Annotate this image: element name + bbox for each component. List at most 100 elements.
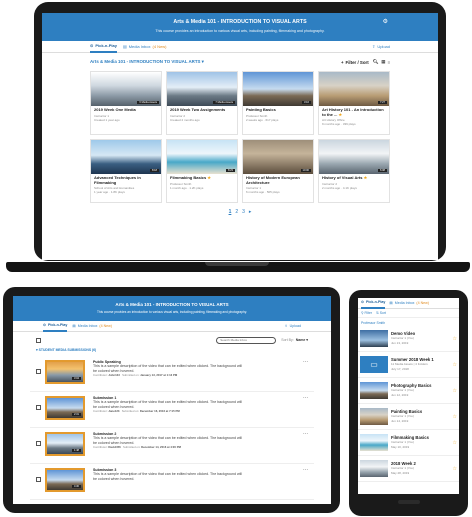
row-checkbox[interactable] bbox=[36, 477, 41, 482]
star-icon[interactable]: ☆ bbox=[453, 336, 457, 342]
star-icon[interactable]: ★ bbox=[207, 175, 211, 180]
phone-media-item[interactable]: Painting Basics Instructor 1 (You) Jun 1… bbox=[358, 404, 459, 430]
tablet-screen: Arts & Media 101 - INTRODUCTION TO VISUA… bbox=[13, 296, 331, 504]
next-page-link[interactable]: ▸ bbox=[249, 209, 252, 215]
media-thumbnail[interactable]: 6:08 bbox=[319, 140, 389, 174]
tab-pick-n-play[interactable]: ⊙ Pick-n-Play bbox=[361, 298, 386, 309]
media-thumbnail[interactable]: 1:48 bbox=[45, 432, 85, 456]
more-icon[interactable]: ··· bbox=[303, 396, 308, 401]
phone-media-item[interactable]: Photography Basics Instructor 1 (You) Ju… bbox=[358, 378, 459, 404]
media-title[interactable]: History of Visual Arts ★ bbox=[322, 175, 386, 181]
tab-pick-n-play[interactable]: ⊙ Pick-n-Play bbox=[43, 321, 68, 332]
more-icon[interactable]: ··· bbox=[303, 468, 308, 473]
phone-media-item[interactable]: 2018 Week 2 Instructor 1 (You) May 28, 2… bbox=[358, 456, 459, 482]
upload-button[interactable]: ⇪ Upload bbox=[285, 324, 301, 328]
media-thumbnail[interactable] bbox=[360, 434, 388, 451]
media-card[interactable]: 10:00 History of Modern European Archite… bbox=[242, 139, 314, 203]
media-thumbnail[interactable] bbox=[360, 460, 388, 477]
tab-media-inbox[interactable]: ▤ Media Inbox (4 New) bbox=[123, 44, 167, 49]
row-checkbox[interactable] bbox=[36, 405, 41, 410]
media-thumbnail[interactable]: 7:27 bbox=[319, 72, 389, 106]
sort-select[interactable]: Name ▾ bbox=[296, 338, 308, 342]
submission-row[interactable]: 4:30 Submission 3 This is a sample descr… bbox=[30, 464, 314, 500]
star-icon[interactable]: ☆ bbox=[453, 414, 457, 420]
media-title[interactable]: Filmmaking Basics ★ bbox=[170, 175, 234, 181]
submission-row[interactable]: 2:31 Submission 1 This is a sample descr… bbox=[30, 392, 314, 428]
media-card[interactable]: 3:16 Painting Basics Professor Smith 2 w… bbox=[242, 71, 314, 135]
media-card[interactable]: 6:08 History of Visual Arts ★ Instructor… bbox=[318, 139, 390, 203]
filter-icon: + bbox=[340, 59, 344, 65]
channel-selector[interactable]: Arts & Media 101 - INTRODUCTION TO VISUA… bbox=[90, 59, 204, 65]
star-icon[interactable]: ★ bbox=[338, 112, 342, 117]
media-thumbnail[interactable]: 6 Media Assets bbox=[91, 72, 161, 106]
page-link[interactable]: 1 bbox=[229, 209, 232, 215]
tab-media-inbox[interactable]: ▤ Media Inbox (4 New) bbox=[72, 324, 112, 328]
media-title[interactable]: Painting Basics bbox=[246, 107, 310, 113]
star-icon[interactable]: ☆ bbox=[453, 466, 457, 472]
page-link[interactable]: 2 bbox=[235, 209, 238, 215]
star-icon[interactable]: ☆ bbox=[453, 440, 457, 446]
filter-button[interactable]: ⚲ Filter bbox=[361, 311, 372, 315]
more-icon[interactable]: ··· bbox=[303, 432, 308, 437]
media-thumbnail[interactable] bbox=[360, 382, 388, 399]
phone-media-item[interactable]: Demo Video Instructor 1 (You) Jun 13, 20… bbox=[358, 326, 459, 352]
submission-row[interactable]: 1:48 Submission 2 This is a sample descr… bbox=[30, 428, 314, 464]
media-card[interactable]: 8:23 Filmmaking Basics ★ Professor Smith… bbox=[166, 139, 238, 203]
select-all-checkbox[interactable] bbox=[36, 337, 41, 343]
submission-description[interactable]: This is a sample description of the vide… bbox=[93, 400, 243, 409]
media-card[interactable]: 8:18 Advanced Techniques in Filmmaking S… bbox=[90, 139, 162, 203]
upload-icon: ⇪ bbox=[371, 44, 376, 49]
upload-button[interactable]: ⇪ Upload bbox=[372, 44, 390, 49]
media-card[interactable]: 7 Media Assets 2019 Week Two Assignments… bbox=[166, 71, 238, 135]
star-icon[interactable]: ★ bbox=[364, 175, 368, 180]
media-thumbnail[interactable]: 8:18 bbox=[91, 140, 161, 174]
media-card[interactable]: 7:27 Art History 101 - An Introduction t… bbox=[318, 71, 390, 135]
filter-sort-button[interactable]: + Filter / Sort bbox=[341, 60, 369, 65]
list-view-icon[interactable]: ≡ bbox=[387, 60, 390, 65]
phone-screen: ⊙ Pick-n-Play ▤ Media Inbox (4 New) ⚲ Fi… bbox=[358, 298, 459, 494]
sort-button[interactable]: ⇅ Sort bbox=[376, 311, 386, 315]
submission-row[interactable]: 3:04 Public Speaking This is a sample de… bbox=[30, 356, 314, 392]
phone-media-item[interactable]: Filmmaking Basics Instructor 1 (You) May… bbox=[358, 430, 459, 456]
media-thumbnail[interactable]: 4:30 bbox=[45, 468, 85, 492]
row-checkbox[interactable] bbox=[36, 441, 41, 446]
media-thumbnail[interactable]: 7 Media Assets bbox=[167, 72, 237, 106]
sort-icon: ⇅ bbox=[375, 311, 379, 315]
page-link[interactable]: 3 bbox=[242, 209, 245, 215]
submission-meta: Contributor: David456 Submitted on: Dece… bbox=[93, 445, 181, 450]
star-icon[interactable]: ☆ bbox=[453, 388, 457, 394]
media-title[interactable]: History of Modern European Architecture bbox=[246, 175, 310, 185]
folder-icon[interactable]: ▭ bbox=[360, 356, 388, 373]
media-title[interactable]: Advanced Techniques in Filmmaking bbox=[94, 175, 158, 185]
media-card[interactable]: 6 Media Assets 2019 Week One Media Instr… bbox=[90, 71, 162, 135]
search-input[interactable] bbox=[216, 336, 277, 344]
phone-media-item[interactable]: ▭ Summer 2018 Week 1 11 Media Assets | 4… bbox=[358, 352, 459, 378]
gear-icon[interactable]: ⚙ bbox=[383, 18, 388, 25]
media-thumbnail[interactable]: 3:04 bbox=[45, 360, 85, 384]
media-title[interactable]: 2019 Week One Media bbox=[94, 107, 158, 113]
media-thumbnail[interactable] bbox=[360, 408, 388, 425]
media-title[interactable]: 2019 Week Two Assignments bbox=[170, 107, 234, 113]
tab-pick-n-play[interactable]: ⊙ Pick-n-Play bbox=[90, 41, 117, 53]
duration-badge: 3:04 bbox=[71, 377, 81, 380]
star-icon[interactable]: ☆ bbox=[453, 362, 457, 368]
media-thumbnail[interactable] bbox=[360, 330, 388, 347]
grid-view-icon[interactable]: ▦ bbox=[381, 59, 385, 65]
tab-media-inbox[interactable]: ▤ Media Inbox (4 New) bbox=[389, 301, 429, 305]
section-heading[interactable]: ▾ STUDENT MEDIA SUBMISSIONS (6) bbox=[13, 348, 331, 356]
row-checkbox[interactable] bbox=[36, 369, 41, 374]
media-thumbnail[interactable]: 2:31 bbox=[45, 396, 85, 420]
media-thumbnail[interactable]: 10:00 bbox=[243, 140, 313, 174]
duration-badge: 4:30 bbox=[71, 485, 81, 488]
media-thumbnail[interactable]: 8:23 bbox=[167, 140, 237, 174]
media-title[interactable]: Art History 101 - An Introduction to the… bbox=[322, 107, 386, 117]
search-icon[interactable]: 🔍︎ bbox=[373, 59, 379, 65]
submission-description[interactable]: This is a sample description of the vide… bbox=[93, 436, 243, 445]
course-description: This course provides an introduction to … bbox=[96, 310, 247, 314]
laptop-notch bbox=[205, 262, 269, 266]
media-stats: 2 months ago · 4.1K plays bbox=[322, 185, 357, 190]
more-icon[interactable]: ··· bbox=[303, 360, 308, 365]
media-thumbnail[interactable]: 3:16 bbox=[243, 72, 313, 106]
submission-description[interactable]: This is a sample description of the vide… bbox=[93, 364, 243, 373]
submission-description[interactable]: This is a sample description of the vide… bbox=[93, 472, 243, 481]
